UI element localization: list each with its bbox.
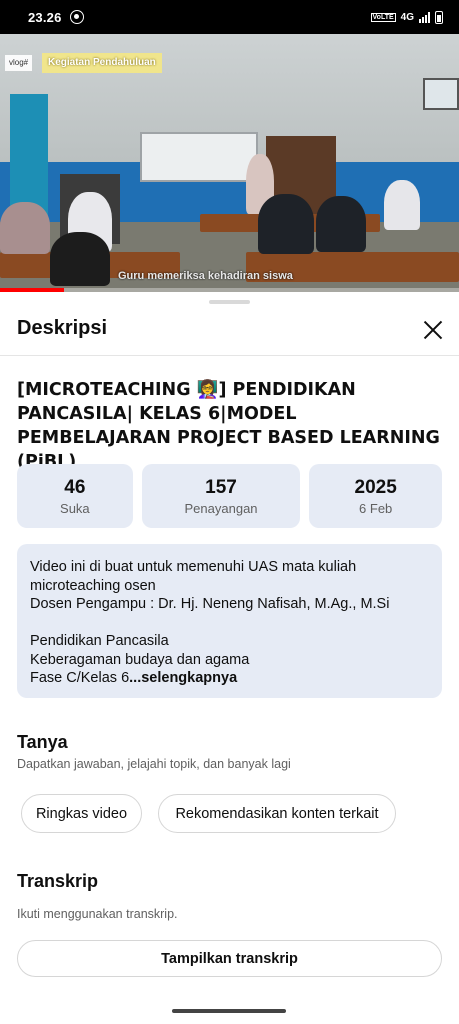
description-line: Keberagaman budaya dan agama	[30, 651, 250, 668]
description-line	[30, 614, 429, 633]
status-time: 23.26	[28, 9, 62, 25]
description-line: Dosen Pengampu : Dr. Hj. Neneng Nafisah,…	[30, 596, 390, 612]
show-more-link[interactable]: ...selengkapnya	[129, 670, 237, 686]
sheet-header: Deskripsi	[0, 292, 459, 356]
close-icon[interactable]	[422, 319, 444, 341]
likes-count: 46	[64, 476, 86, 498]
video-caption: Guru memeriksa kehadiran siswa	[118, 270, 293, 282]
video-scene-student	[316, 196, 366, 252]
network-type: 4G	[400, 11, 414, 23]
video-scene-window	[423, 78, 459, 110]
views-stat: 157 Penayangan	[141, 464, 301, 528]
video-scene-student	[50, 232, 110, 286]
stats-row: 46 Suka 157 Penayangan 2025 6 Feb	[17, 464, 442, 528]
video-title: [MICROTEACHING 👩‍🏫] PENDIDIKAN PANCASILA…	[17, 380, 440, 472]
battery-icon	[435, 10, 443, 24]
volte-badge: VoLTE	[370, 12, 396, 22]
status-bar: 23.26 VoLTE 4G	[0, 0, 459, 34]
transcript-section-title: Transkrip	[17, 871, 99, 891]
show-transcript-button[interactable]: Tampilkan transkrip	[17, 940, 442, 977]
views-count: 157	[205, 476, 237, 498]
video-scene-student	[384, 180, 420, 230]
description-line: Pendidikan Pancasila	[30, 633, 169, 649]
description-last-line: Fase C/Kelas 6...selengkapnya	[30, 669, 429, 688]
ask-section-title: Tanya	[17, 732, 68, 752]
video-player[interactable]: vlog# Kegiatan Pendahuluan Guru memeriks…	[0, 34, 459, 292]
sheet-title: Deskripsi	[17, 317, 108, 339]
transcript-section-subtitle: Ikuti menggunakan transkrip.	[17, 907, 178, 921]
whatsapp-icon	[69, 10, 84, 24]
upload-date-stat: 2025 6 Feb	[309, 464, 442, 528]
video-scene-student	[0, 202, 50, 254]
status-indicators: VoLTE 4G	[370, 10, 443, 24]
description-line: Fase C/Kelas 6	[30, 670, 130, 686]
video-overlay-title: Kegiatan Pendahuluan	[42, 53, 162, 73]
vlog-tag: vlog#	[5, 55, 33, 71]
video-scene-student	[258, 194, 314, 254]
views-label: Penayangan	[184, 500, 258, 516]
likes-stat: 46 Suka	[17, 464, 133, 528]
recommend-related-content-chip[interactable]: Rekomendasikan konten terkait	[158, 794, 396, 833]
signal-icon	[419, 11, 430, 23]
ask-section-subtitle: Dapatkan jawaban, jelajahi topik, dan ba…	[17, 757, 291, 771]
upload-year: 2025	[354, 476, 397, 498]
likes-label: Suka	[60, 500, 90, 516]
video-scene-whiteboard	[140, 132, 258, 182]
home-indicator[interactable]	[172, 1009, 286, 1013]
upload-day: 6 Feb	[359, 500, 393, 516]
description-line: Video ini di buat untuk memenuhi UAS mat…	[30, 559, 357, 594]
description-box[interactable]: Video ini di buat untuk memenuhi UAS mat…	[17, 544, 442, 698]
summarize-video-chip[interactable]: Ringkas video	[21, 794, 142, 833]
description-sheet: Deskripsi [MICROTEACHING 👩‍🏫] PENDIDIKAN…	[0, 292, 459, 1024]
